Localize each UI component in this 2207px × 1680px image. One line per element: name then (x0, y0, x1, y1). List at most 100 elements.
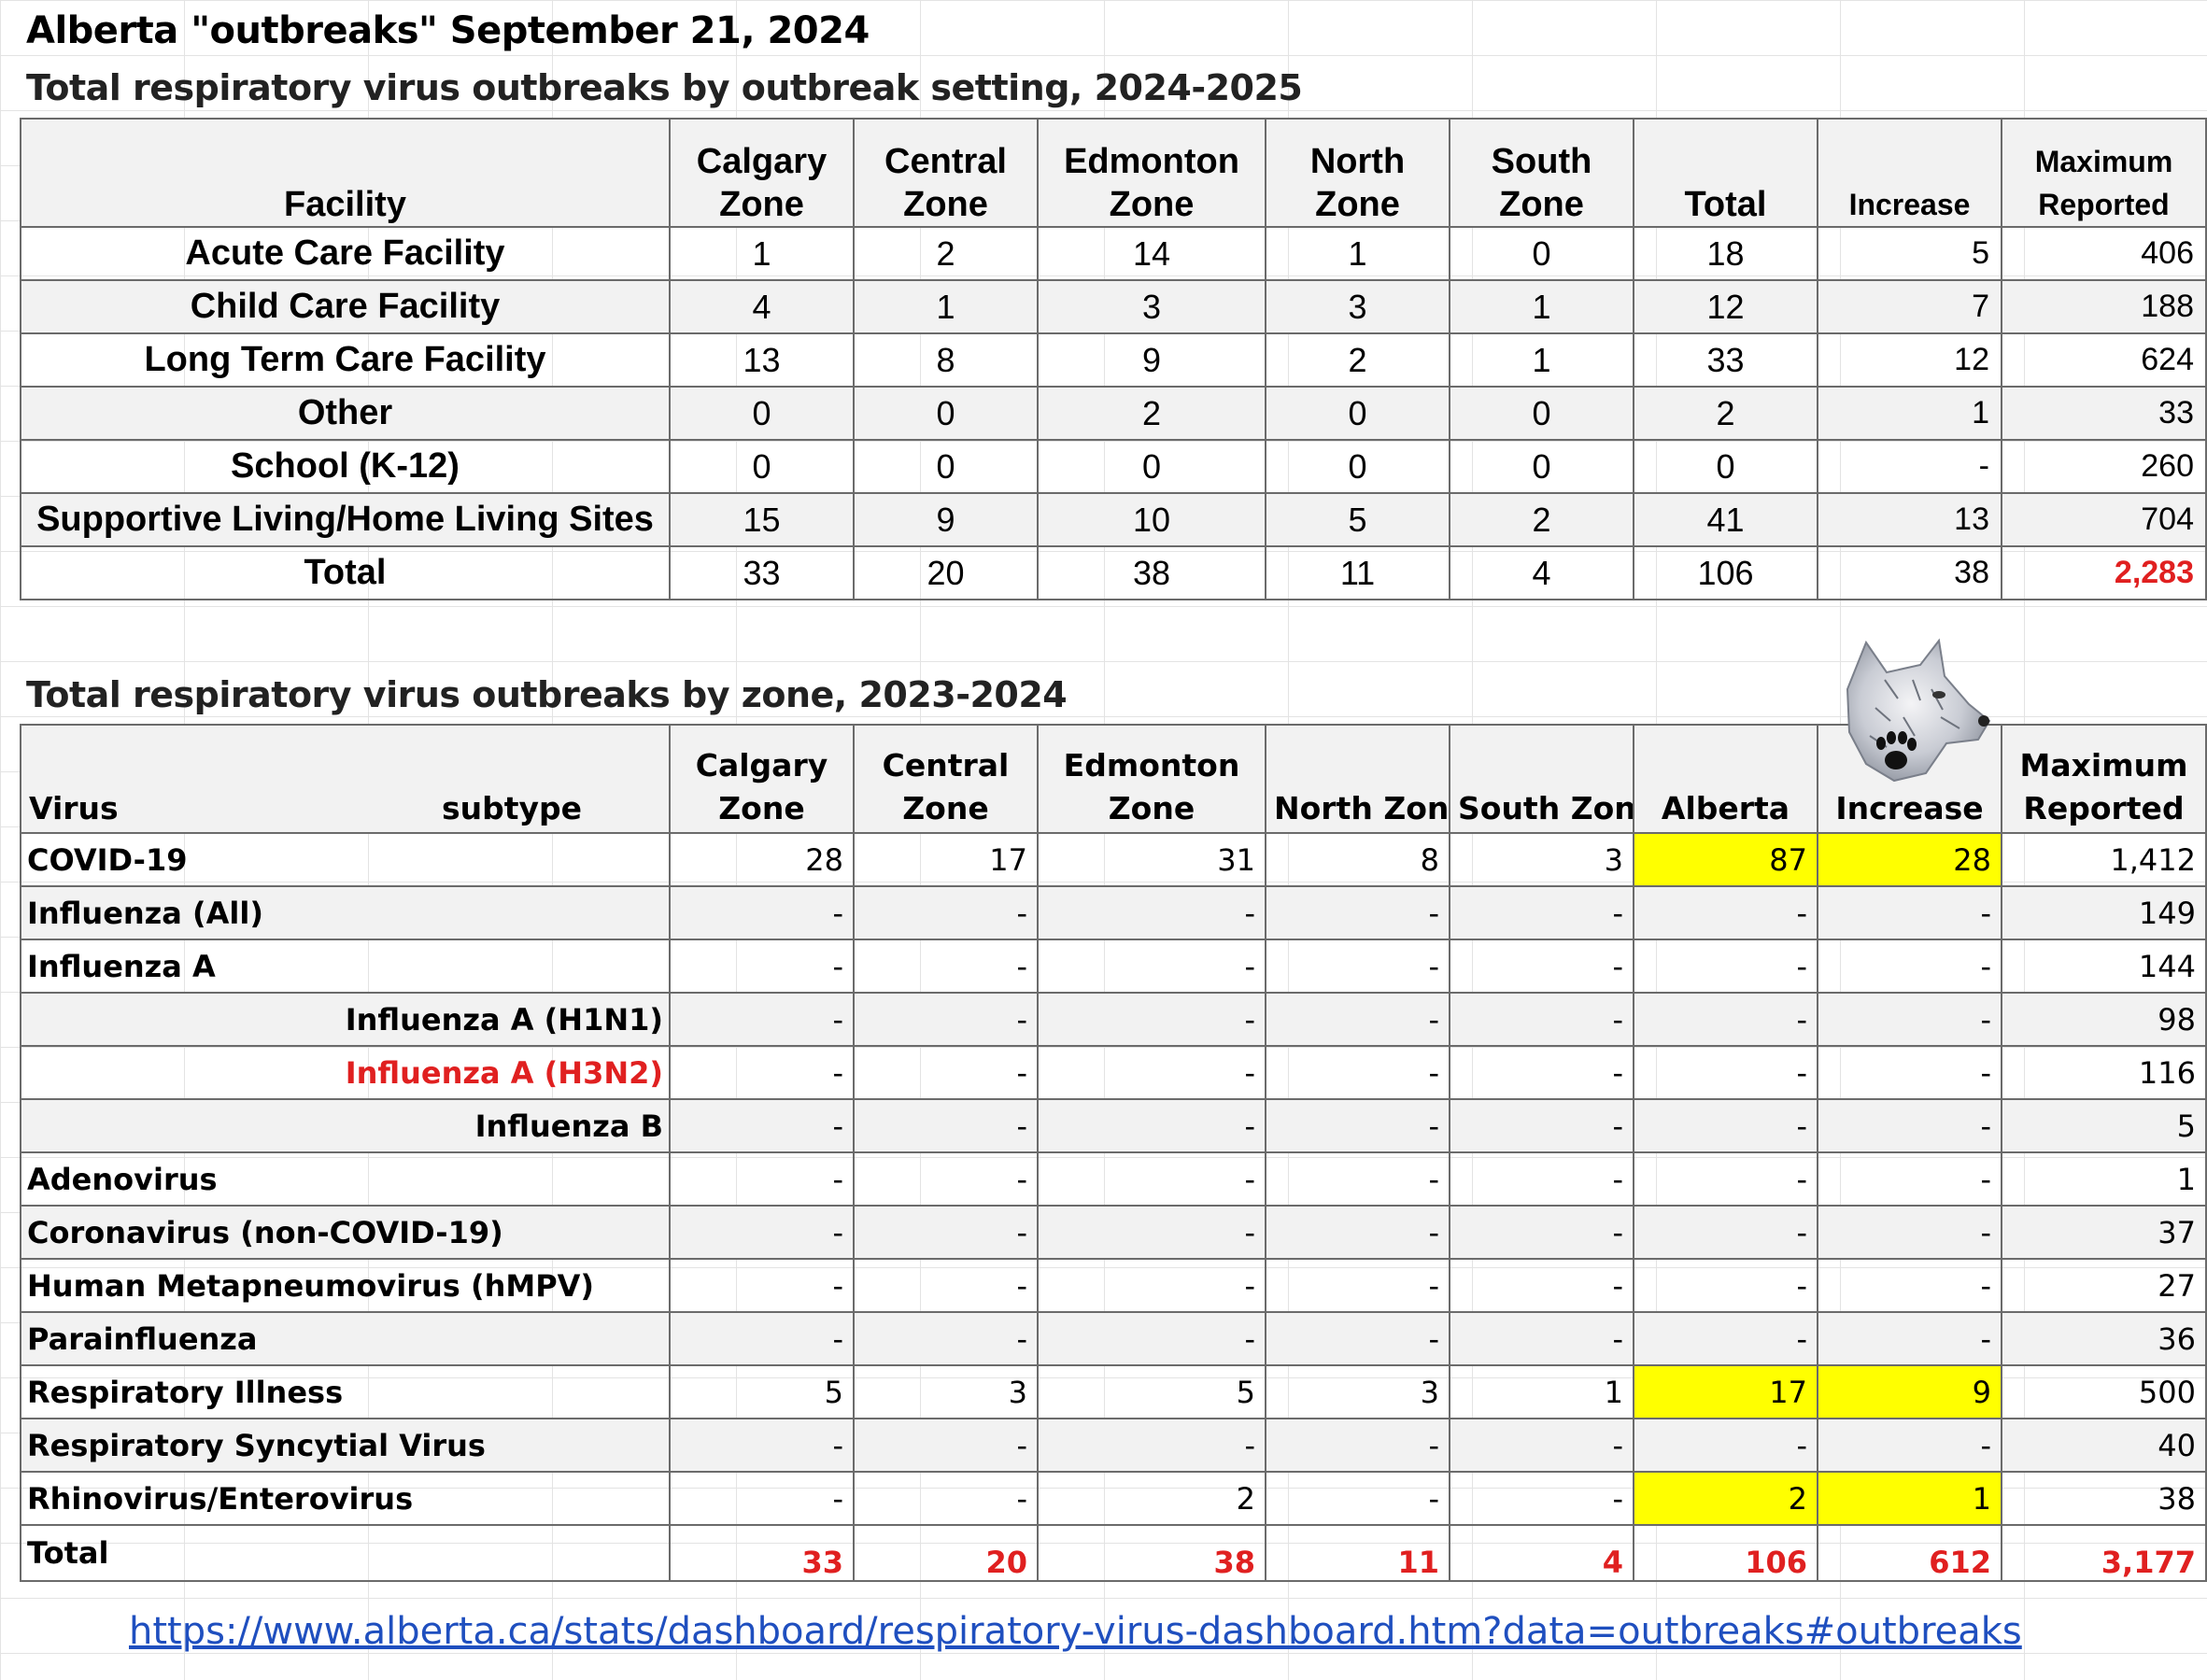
table-row: Acute Care Facility 1 2 14 1 0 18 5 406 (20, 226, 2207, 281)
calgary-cell: - (669, 1258, 855, 1313)
virus-cell: Parainfluenza (20, 1311, 671, 1366)
calgary-cell: 33 (669, 1524, 855, 1582)
header-calgary-zone: Calgary Zone (669, 118, 855, 228)
south-cell: 0 (1449, 226, 1634, 281)
facility-cell: Total (20, 545, 671, 600)
edmonton-cell: 10 (1037, 492, 1266, 547)
table-row: Parainfluenza - - - - - - -36 (20, 1311, 2207, 1366)
alberta-cell: - (1633, 1205, 1818, 1260)
south-cell: - (1449, 1418, 1634, 1473)
virus-cell: Total (20, 1524, 671, 1582)
table-row: Long Term Care Facility 13 8 9 2 1 33 12 624 (20, 332, 2207, 388)
header-calgary-zone: Calgary Zone (669, 724, 855, 834)
maximum-cell: 624 (2001, 332, 2207, 388)
calgary-cell: 1 (669, 226, 855, 281)
header-edmonton-zone: Edmonton Zone (1037, 724, 1266, 834)
alberta-cell: - (1633, 1045, 1818, 1100)
maximum-cell: 33 (2001, 386, 2207, 441)
south-cell: 4 (1449, 1524, 1634, 1582)
maximum-cell: 188 (2001, 279, 2207, 334)
central-cell: 2 (853, 226, 1039, 281)
table-row: Child Care Facility 4 1 3 3 1 12 7 188 (20, 279, 2207, 334)
south-cell: - (1449, 1311, 1634, 1366)
north-cell: 3 (1265, 1364, 1450, 1419)
increase-cell: - (1817, 1151, 2002, 1207)
header-north-zone: North Zone (1265, 118, 1450, 228)
increase-cell: 13 (1817, 492, 2002, 547)
facility-cell: Long Term Care Facility (20, 332, 671, 388)
maximum-cell: 1 (2001, 1151, 2207, 1207)
edmonton-cell: 3 (1037, 279, 1266, 334)
increase-cell: 1 (1817, 1471, 2002, 1526)
calgary-cell: 0 (669, 386, 855, 441)
table-row: School (K-12) 0 0 0 0 0 0-260 (20, 439, 2207, 494)
alberta-cell: 106 (1633, 1524, 1818, 1582)
south-cell: 3 (1449, 832, 1634, 887)
calgary-cell: - (669, 1045, 855, 1100)
maximum-cell: 406 (2001, 226, 2207, 281)
edmonton-cell: - (1037, 1418, 1266, 1473)
virus-cell: Influenza (All) (20, 885, 671, 940)
calgary-cell: - (669, 1311, 855, 1366)
facility-cell: Other (20, 386, 671, 441)
header-north-zone: North Zone (1265, 724, 1450, 834)
central-cell: - (853, 1151, 1039, 1207)
north-cell: 5 (1265, 492, 1450, 547)
calgary-cell: - (669, 992, 855, 1047)
facility-cell: Acute Care Facility (20, 226, 671, 281)
increase-cell: - (1817, 992, 2002, 1047)
header-increase: Increase (1817, 118, 2002, 228)
central-cell: 20 (853, 545, 1039, 600)
table-row: Influenza A (H3N2) - - - - - - -116 (20, 1045, 2207, 1100)
central-cell: 1 (853, 279, 1039, 334)
calgary-cell: 33 (669, 545, 855, 600)
virus-cell: Influenza A (20, 939, 671, 994)
virus-cell: Respiratory Syncytial Virus (20, 1418, 671, 1473)
north-cell: 1 (1265, 226, 1450, 281)
alberta-cell: - (1633, 1098, 1818, 1153)
virus-cell: COVID-19 (20, 832, 671, 887)
source-link[interactable]: https://www.alberta.ca/stats/dashboard/r… (129, 1610, 2022, 1653)
maximum-cell: 36 (2001, 1311, 2207, 1366)
central-cell: - (853, 1098, 1039, 1153)
table1-subtitle: Total respiratory virus outbreaks by out… (26, 67, 1303, 108)
virus-cell: Influenza B (20, 1098, 671, 1153)
north-cell: 11 (1265, 1524, 1450, 1582)
alberta-cell: - (1633, 939, 1818, 994)
increase-cell: 9 (1817, 1364, 2002, 1419)
maximum-cell: 27 (2001, 1258, 2207, 1313)
south-cell: 1 (1449, 332, 1634, 388)
central-cell: - (853, 1205, 1039, 1260)
maximum-cell: 98 (2001, 992, 2207, 1047)
increase-cell: - (1817, 1418, 2002, 1473)
increase-cell: - (1817, 885, 2002, 940)
alberta-cell: 17 (1633, 1364, 1818, 1419)
table-row: Other 0 0 2 0 0 2 1 33 (20, 386, 2207, 441)
central-cell: - (853, 939, 1039, 994)
edmonton-cell: 9 (1037, 332, 1266, 388)
table-row: Rhinovirus/Enterovirus - -2- -2 1 38 (20, 1471, 2207, 1526)
increase-cell: - (1817, 1098, 2002, 1153)
maximum-cell: 5 (2001, 1098, 2207, 1153)
header-maximum-reported: Maximum Reported (2001, 724, 2207, 834)
increase-cell: - (1817, 1205, 2002, 1260)
total-cell: 41 (1633, 492, 1818, 547)
increase-cell: 12 (1817, 332, 2002, 388)
edmonton-cell: 2 (1037, 386, 1266, 441)
calgary-cell: 15 (669, 492, 855, 547)
increase-cell: - (1817, 939, 2002, 994)
edmonton-cell: 38 (1037, 545, 1266, 600)
header-central-zone: Central Zone (853, 118, 1039, 228)
table-row: Total 33 20 38 11 4 106 38 2,283 (20, 545, 2207, 600)
north-cell: - (1265, 885, 1450, 940)
maximum-cell: 1,412 (2001, 832, 2207, 887)
south-cell: - (1449, 1045, 1634, 1100)
header-virus: Virus subtype (20, 724, 671, 834)
north-cell: - (1265, 939, 1450, 994)
south-cell: - (1449, 1471, 1634, 1526)
increase-cell: - (1817, 1311, 2002, 1366)
edmonton-cell: - (1037, 1151, 1266, 1207)
alberta-cell: - (1633, 1418, 1818, 1473)
header-alberta: Alberta (1633, 724, 1818, 834)
facility-cell: School (K-12) (20, 439, 671, 494)
